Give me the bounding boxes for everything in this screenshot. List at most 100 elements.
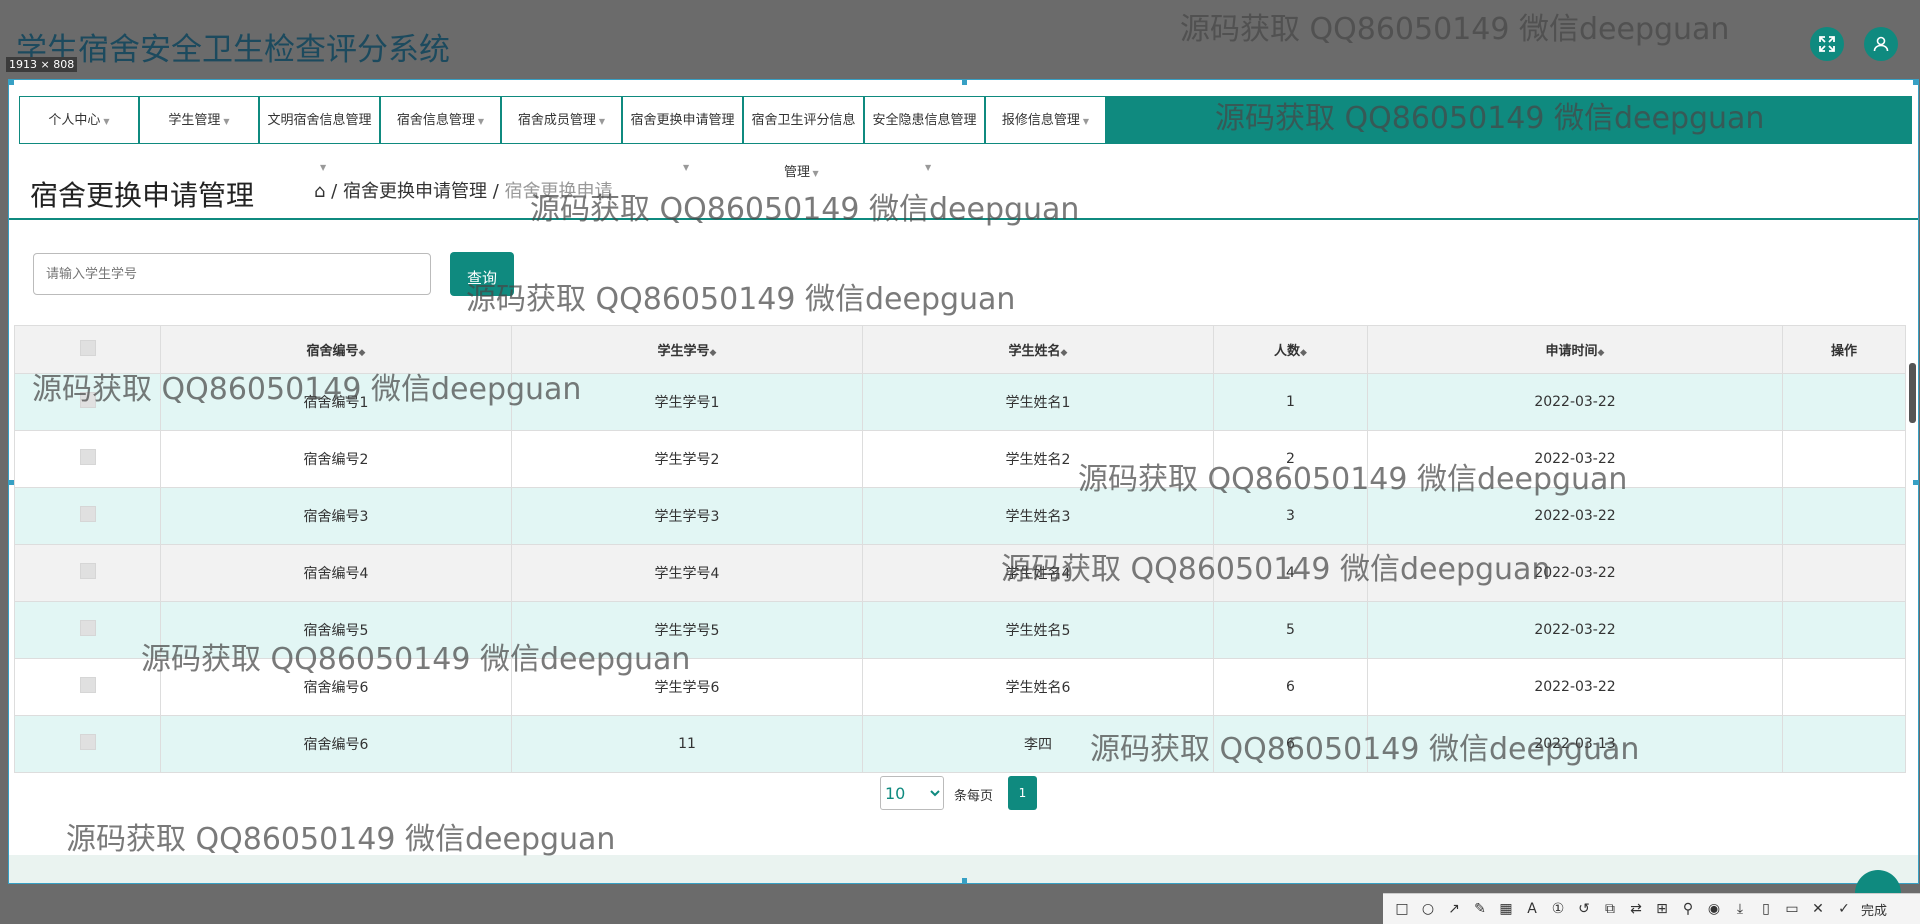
- row-checkbox[interactable]: [79, 677, 96, 693]
- nav-item-civil-dorm[interactable]: 文明宿舍信息管理: [259, 96, 380, 144]
- nav-item-hygiene-score[interactable]: 宿舍卫生评分信息: [743, 96, 864, 144]
- cell-actions: [1782, 658, 1906, 716]
- col-header-student-id[interactable]: 学生学号◆: [511, 325, 863, 374]
- cell-student-id: 学生学号3: [511, 487, 863, 545]
- nav-item-safety-hazard[interactable]: 安全隐患信息管理: [864, 96, 985, 144]
- row-checkbox[interactable]: [79, 506, 96, 522]
- student-id-search-input[interactable]: [33, 253, 431, 295]
- nav-item-dorm-info[interactable]: 宿舍信息管理 ▼: [380, 96, 501, 144]
- scan-icon[interactable]: ⧉: [1599, 898, 1621, 920]
- row-checkbox[interactable]: [79, 563, 96, 579]
- sort-icon[interactable]: ◆: [1061, 348, 1068, 358]
- table-row[interactable]: 宿舍编号6 11 李四 6 2022-03-13: [14, 715, 1906, 773]
- user-avatar-button[interactable]: [1864, 27, 1898, 61]
- cell-apply-time: 2022-03-22: [1367, 601, 1783, 659]
- pen-tool-icon[interactable]: ✎: [1469, 898, 1491, 920]
- nav-item-students[interactable]: 学生管理 ▼: [139, 96, 259, 144]
- breadcrumb-parent[interactable]: 宿舍更换申请管理: [343, 181, 487, 202]
- cell-student-name: 学生姓名3: [862, 487, 1214, 545]
- page-size-label: 条每页: [954, 789, 994, 804]
- cell-actions: [1782, 601, 1906, 659]
- ocr-icon[interactable]: ⊞: [1651, 898, 1673, 920]
- sort-icon[interactable]: ◆: [710, 348, 717, 358]
- number-tool-icon[interactable]: ①: [1547, 898, 1569, 920]
- row-checkbox[interactable]: [79, 392, 96, 408]
- breadcrumb: ⌂ / 宿舍更换申请管理 / 宿舍更换申请: [314, 181, 613, 202]
- expand-icon: [1819, 36, 1835, 52]
- col-header-count[interactable]: 人数◆: [1213, 325, 1368, 374]
- cell-dorm: 宿舍编号5: [160, 601, 512, 659]
- cell-actions: [1782, 430, 1906, 488]
- ellipse-tool-icon[interactable]: ○: [1417, 898, 1439, 920]
- vertical-scrollbar[interactable]: [1909, 363, 1916, 423]
- cell-student-id: 学生学号6: [511, 658, 863, 716]
- cell-actions: [1782, 373, 1906, 431]
- rectangle-tool-icon[interactable]: □: [1391, 898, 1413, 920]
- bookmark-icon[interactable]: ▭: [1781, 898, 1803, 920]
- home-icon[interactable]: ⌂: [314, 181, 325, 202]
- col-header-student-name[interactable]: 学生姓名◆: [862, 325, 1214, 374]
- page-title: 宿舍更换申请管理: [30, 179, 255, 212]
- table-row[interactable]: 宿舍编号4 学生学号4 学生姓名4 4 2022-03-22: [14, 544, 1906, 602]
- pin-icon[interactable]: ⚲: [1677, 898, 1699, 920]
- record-icon[interactable]: ◉: [1703, 898, 1725, 920]
- close-icon[interactable]: ✕: [1807, 898, 1829, 920]
- row-checkbox[interactable]: [79, 734, 96, 750]
- col-header-dorm[interactable]: 宿舍编号◆: [160, 325, 512, 374]
- selection-handle[interactable]: [9, 480, 14, 485]
- selection-handle[interactable]: [1913, 480, 1918, 485]
- sort-icon[interactable]: ◆: [1598, 348, 1605, 358]
- cell-student-name: 学生姓名5: [862, 601, 1214, 659]
- sort-icon[interactable]: ◆: [1300, 348, 1307, 358]
- sort-icon[interactable]: ◆: [359, 348, 366, 358]
- cell-dorm: 宿舍编号2: [160, 430, 512, 488]
- fullscreen-button[interactable]: [1810, 27, 1844, 61]
- top-nav: 个人中心 ▼ 学生管理 ▼ 文明宿舍信息管理 宿舍信息管理 ▼ 宿舍成员管理 ▼ 宿舍更…: [19, 96, 1912, 144]
- cell-dorm: 宿舍编号1: [160, 373, 512, 431]
- cell-actions: [1782, 544, 1906, 602]
- col-header-apply-time[interactable]: 申请时间◆: [1367, 325, 1783, 374]
- search-button[interactable]: 查询: [450, 252, 514, 296]
- mosaic-tool-icon[interactable]: ▦: [1495, 898, 1517, 920]
- capture-toolbar: □ ○ ↗ ✎ ▦ A ① ↺ ⧉ ⇄ ⊞ ⚲ ◉ ⤓ ▯ ▭ ✕ ✓ 完成: [1383, 893, 1920, 924]
- cell-student-id: 学生学号5: [511, 601, 863, 659]
- cell-dorm: 宿舍编号6: [160, 715, 512, 773]
- selection-handle[interactable]: [962, 80, 967, 85]
- table-row[interactable]: 宿舍编号2 学生学号2 学生姓名2 2 2022-03-22: [14, 430, 1906, 488]
- cell-student-id: 学生学号2: [511, 430, 863, 488]
- download-icon[interactable]: ⤓: [1729, 898, 1751, 920]
- nav-item-profile[interactable]: 个人中心 ▼: [19, 96, 139, 144]
- cell-count: 6: [1213, 658, 1368, 716]
- select-all-checkbox[interactable]: [79, 339, 96, 356]
- select-all-cell: [14, 325, 161, 374]
- undo-icon[interactable]: ↺: [1573, 898, 1595, 920]
- selection-handle[interactable]: [9, 80, 14, 85]
- cell-dorm: 宿舍编号4: [160, 544, 512, 602]
- row-checkbox[interactable]: [79, 449, 96, 465]
- table-row[interactable]: 宿舍编号1 学生学号1 学生姓名1 1 2022-03-22: [14, 373, 1906, 431]
- nav-item-dorm-members[interactable]: 宿舍成员管理 ▼: [501, 96, 622, 144]
- cell-student-name: 学生姓名4: [862, 544, 1214, 602]
- done-button[interactable]: 完成: [1861, 900, 1887, 919]
- col-header-actions: 操作: [1782, 325, 1906, 374]
- page-size-select[interactable]: 10: [880, 776, 944, 810]
- save-icon[interactable]: ▯: [1755, 898, 1777, 920]
- cell-apply-time: 2022-03-22: [1367, 430, 1783, 488]
- chevron-down-icon: ▼: [1082, 117, 1090, 126]
- translate-icon[interactable]: ⇄: [1625, 898, 1647, 920]
- nav-item-dorm-change[interactable]: 宿舍更换申请管理: [622, 96, 743, 144]
- row-checkbox[interactable]: [79, 620, 96, 636]
- page-button-current[interactable]: 1: [1008, 776, 1037, 810]
- text-tool-icon[interactable]: A: [1521, 898, 1543, 920]
- table-row[interactable]: 宿舍编号6 学生学号6 学生姓名6 6 2022-03-22: [14, 658, 1906, 716]
- nav-item-repair[interactable]: 报修信息管理 ▼: [985, 96, 1106, 144]
- selection-handle[interactable]: [1913, 80, 1918, 85]
- cell-dorm: 宿舍编号6: [160, 658, 512, 716]
- table-row[interactable]: 宿舍编号5 学生学号5 学生姓名5 5 2022-03-22: [14, 601, 1906, 659]
- breadcrumb-current: 宿舍更换申请: [504, 181, 613, 202]
- check-icon[interactable]: ✓: [1833, 898, 1855, 920]
- chevron-down-icon: ▼: [598, 117, 606, 126]
- arrow-tool-icon[interactable]: ↗: [1443, 898, 1465, 920]
- selection-handle[interactable]: [962, 878, 967, 883]
- table-row[interactable]: 宿舍编号3 学生学号3 学生姓名3 3 2022-03-22: [14, 487, 1906, 545]
